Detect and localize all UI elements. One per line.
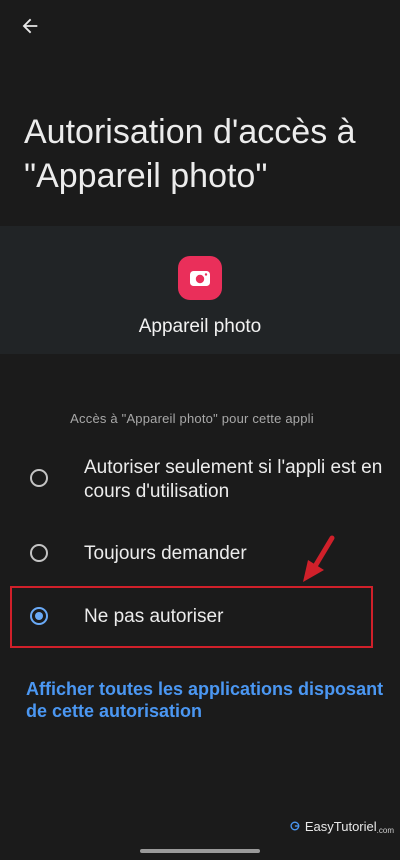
watermark: EasyTutoriel .com xyxy=(290,814,394,838)
navigation-handle[interactable] xyxy=(140,849,260,853)
red-arrow-icon xyxy=(303,535,335,582)
easytutoriel-logo-icon xyxy=(290,821,300,831)
option-allow-while-in-use[interactable]: Autoriser seulement si l'appli est en co… xyxy=(0,456,400,508)
app-header: Appareil photo xyxy=(0,226,400,354)
section-label: Accès à "Appareil photo" pour cette appl… xyxy=(70,411,314,426)
page-title: Autorisation d'accès à "Appareil photo" xyxy=(24,113,356,195)
option-always-ask[interactable]: Toujours demander xyxy=(0,541,400,567)
highlight-box xyxy=(10,586,373,648)
option-label: Autoriser seulement si l'appli est en co… xyxy=(84,457,383,502)
watermark-text: EasyTutoriel xyxy=(304,818,377,834)
show-all-apps-link[interactable]: Afficher toutes les applications disposa… xyxy=(26,678,386,722)
back-button[interactable] xyxy=(16,12,44,40)
app-name: Appareil photo xyxy=(138,316,262,337)
watermark-suffix: .com xyxy=(376,826,394,835)
radio-button[interactable] xyxy=(30,469,48,487)
camera-icon xyxy=(178,256,222,300)
radio-button[interactable] xyxy=(30,544,48,562)
back-arrow-icon xyxy=(22,18,38,34)
